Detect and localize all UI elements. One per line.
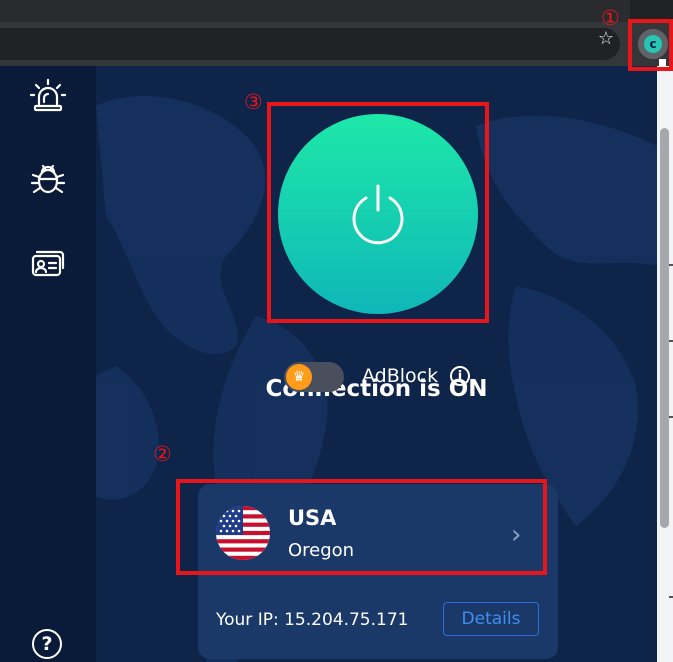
annotation-box-2 (176, 479, 547, 575)
ip-address: Your IP: 15.204.75.171 (216, 610, 409, 630)
page-edge-mark (669, 264, 673, 266)
sidebar: ? (0, 66, 96, 662)
star-icon[interactable]: ☆ (598, 28, 614, 49)
browser-tabstrip (0, 0, 673, 22)
annotation-number-2: ② (153, 442, 172, 466)
address-bar[interactable]: ☆ (0, 22, 628, 66)
annotation-box-3 (267, 102, 489, 323)
siren-icon[interactable] (28, 76, 68, 116)
help-icon[interactable]: ? (32, 629, 62, 659)
annotation-number-3: ③ (244, 90, 263, 114)
crown-icon: ♛ (286, 364, 312, 390)
id-card-icon[interactable] (28, 243, 68, 283)
page-edge-mark (669, 596, 673, 598)
adblock-toggle[interactable]: ♛ (284, 362, 344, 392)
annotation-box-1 (628, 19, 673, 71)
info-icon[interactable]: i (450, 366, 470, 386)
scrollbar-thumb[interactable] (660, 128, 669, 528)
annotation-number-1: ① (601, 6, 620, 30)
page-edge-mark (669, 416, 673, 418)
bug-icon[interactable] (28, 159, 68, 199)
details-button[interactable]: Details (443, 602, 539, 636)
page-edge-mark (669, 340, 673, 342)
adblock-label: AdBlock (362, 365, 439, 387)
